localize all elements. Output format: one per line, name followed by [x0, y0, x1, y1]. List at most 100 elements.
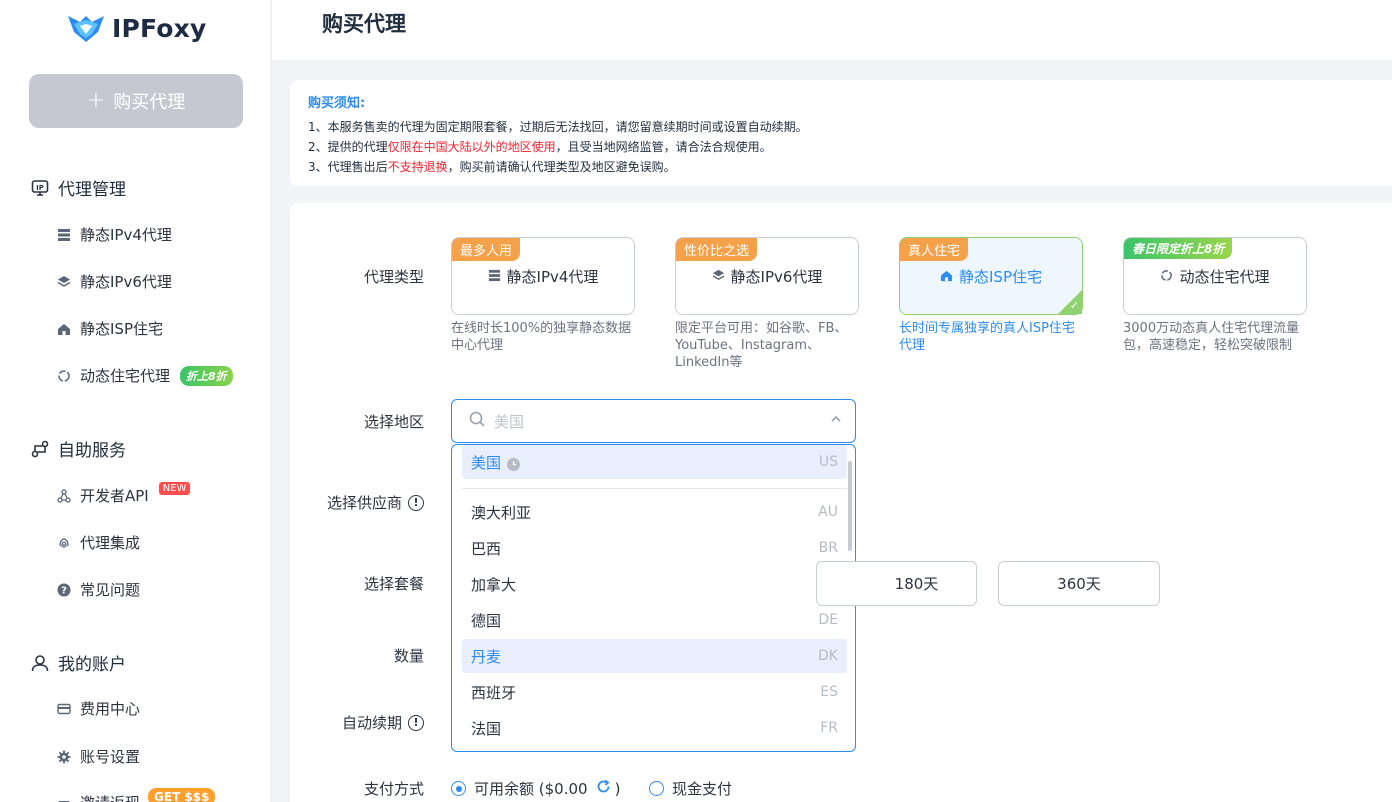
sidebar-item-proxy-integration[interactable]: 代理集成	[56, 532, 140, 553]
type-tag: 性价比之选	[676, 238, 758, 261]
type-name: 静态ISP住宅	[959, 268, 1042, 286]
nav-group-label: 代理管理	[58, 180, 126, 200]
region-option[interactable]: 加拿大CA	[462, 567, 847, 601]
region-option[interactable]: 巴西 BR	[462, 531, 847, 565]
sidebar-item-dynamic-residential[interactable]: 动态住宅代理 折上8折	[56, 365, 233, 386]
check-icon: ✓	[1069, 299, 1079, 312]
svg-text:IP: IP	[36, 184, 44, 192]
refresh-icon	[1160, 268, 1173, 286]
region-option[interactable]: 法国 FR	[462, 711, 847, 745]
sidebar-item-label: 常见问题	[80, 581, 141, 599]
region-label: 选择地区	[363, 413, 424, 431]
nav-group-my-account[interactable]: 我的账户	[30, 650, 126, 675]
sidebar-item-developer-api[interactable]: 开发者API NEW	[56, 482, 191, 506]
workflow-icon	[30, 439, 50, 459]
type-card-static-ipv4[interactable]: 最多人用 静态IPv4代理	[451, 237, 635, 315]
notice-line-3: 3、代理售出后不支持退换，购买前请确认代理类型及地区避免误购。	[308, 160, 676, 174]
region-dropdown[interactable]: 美国 US 澳大利亚AU 巴西BR 加拿大CA 德国DE 丹麦DK 西班牙ES …	[451, 444, 856, 752]
sidebar-item-label: 开发者API	[80, 487, 149, 505]
sidebar-item-faq[interactable]: ? 常见问题	[56, 579, 140, 600]
notice-line-1: 1、本服务售卖的代理为固定期限套餐，过期后无法找回，请您留意续期时间或设置自动续…	[308, 120, 808, 134]
type-card-static-isp[interactable]: 真人住宅 静态ISP住宅 ✓	[899, 237, 1083, 315]
brand-name: IPFoxy	[112, 13, 207, 43]
server-icon	[488, 268, 501, 286]
refresh-icon	[56, 368, 72, 384]
info-icon[interactable]: !	[408, 714, 424, 731]
user-icon	[30, 653, 50, 673]
info-icon[interactable]: !	[408, 494, 424, 511]
gift-icon	[56, 795, 72, 802]
get-money-badge: GET $$$	[148, 787, 216, 802]
payment-option-balance[interactable]: 可用余额 ($0.00 )	[451, 778, 620, 799]
region-option[interactable]: 西班牙 ES	[462, 675, 847, 709]
sidebar-item-static-ipv6[interactable]: 静态IPv6代理	[56, 271, 172, 292]
type-name: 静态IPv4代理	[506, 268, 599, 286]
sidebar-item-label: 账号设置	[80, 748, 141, 766]
home-icon	[56, 321, 72, 337]
region-option[interactable]: 美国 US	[462, 445, 847, 479]
sidebar-item-static-ipv4[interactable]: 静态IPv4代理	[56, 224, 172, 245]
sidebar-item-static-isp[interactable]: 静态ISP住宅	[56, 318, 163, 339]
type-name: 动态住宅代理	[1179, 268, 1270, 286]
card-icon	[56, 701, 72, 717]
notice-title: 购买须知:	[308, 96, 366, 111]
sidebar-item-label: 费用中心	[80, 700, 141, 718]
radio-button[interactable]	[649, 781, 664, 796]
type-card-dynamic-residential[interactable]: 春日限定折上8折 动态住宅代理	[1123, 237, 1307, 315]
layers-icon	[712, 268, 725, 286]
new-badge: NEW	[158, 482, 191, 495]
home-icon	[940, 268, 953, 286]
fingerprint-icon	[56, 535, 72, 551]
layers-icon	[56, 274, 72, 290]
buy-proxy-button[interactable]: + 购买代理	[29, 74, 243, 128]
proxy-type-label: 代理类型	[363, 268, 424, 286]
server-icon	[56, 227, 72, 243]
top-bar: 购买代理	[272, 0, 1392, 60]
sidebar-item-label: 静态ISP住宅	[80, 320, 163, 338]
type-tag: 最多人用	[452, 238, 521, 261]
logo[interactable]: IPFoxy	[66, 12, 207, 44]
sidebar-item-label: 代理集成	[80, 534, 141, 552]
payment-option-cash[interactable]: 现金支付	[649, 778, 732, 799]
region-option[interactable]: 澳大利亚 AU	[462, 495, 847, 529]
svg-text:?: ?	[61, 585, 67, 596]
type-tag: 春日限定折上8折	[1124, 238, 1233, 259]
type-desc: 长时间专属独享的真人ISP住宅代理	[899, 321, 1075, 353]
sidebar-item-account-settings[interactable]: 账号设置	[56, 746, 140, 767]
region-option[interactable]: 丹麦 DK	[462, 639, 847, 673]
page-title: 购买代理	[322, 12, 406, 36]
plan-button-360[interactable]: 360天	[998, 561, 1160, 606]
provider-label: 选择供应商!	[300, 492, 424, 513]
type-desc: 限定平台可用：如谷歌、FB、YouTube、Instagram、LinkedIn…	[675, 321, 848, 370]
sidebar-item-label: 邀请返现	[80, 792, 140, 802]
scrollbar[interactable]	[848, 461, 852, 551]
type-card-static-ipv6[interactable]: 性价比之选 静态IPv6代理	[675, 237, 859, 315]
payment-label: 支付方式	[363, 780, 424, 798]
divider	[462, 488, 847, 489]
type-name: 静态IPv6代理	[730, 268, 823, 286]
help-icon: ?	[56, 582, 72, 598]
plus-icon: +	[86, 88, 106, 113]
nav-group-self-service[interactable]: 自助服务	[30, 436, 126, 461]
sidebar-item-billing[interactable]: 费用中心	[56, 698, 140, 719]
plan-label: 选择套餐	[363, 575, 424, 593]
type-tag: 真人住宅	[900, 238, 969, 261]
plan-button-180[interactable]: 180天	[816, 561, 977, 606]
monitor-icon: IP	[30, 178, 50, 198]
sidebar: IPFoxy + 购买代理 IP 代理管理 静态IPv4代理 静态IPv6代理 …	[0, 0, 271, 802]
nodes-icon	[56, 488, 72, 504]
region-search-input[interactable]: 美国	[494, 411, 524, 432]
discount-badge: 折上8折	[180, 365, 233, 386]
gear-icon	[56, 749, 72, 765]
sidebar-item-label: 动态住宅代理	[80, 367, 171, 385]
region-option[interactable]: 德国 DE	[462, 603, 847, 637]
buy-proxy-label: 购买代理	[113, 92, 186, 113]
auto-renew-label: 自动续期!	[300, 712, 424, 733]
region-select[interactable]: 美国	[451, 399, 856, 443]
type-desc: 3000万动态真人住宅代理流量包，高速稳定，轻松突破限制	[1123, 321, 1300, 353]
radio-button[interactable]	[451, 781, 466, 796]
nav-group-proxy-management[interactable]: IP 代理管理	[30, 175, 126, 200]
search-icon	[468, 410, 486, 432]
refresh-icon[interactable]	[596, 779, 611, 798]
sidebar-item-referral[interactable]: 邀请返现 GET $$$	[56, 787, 216, 802]
